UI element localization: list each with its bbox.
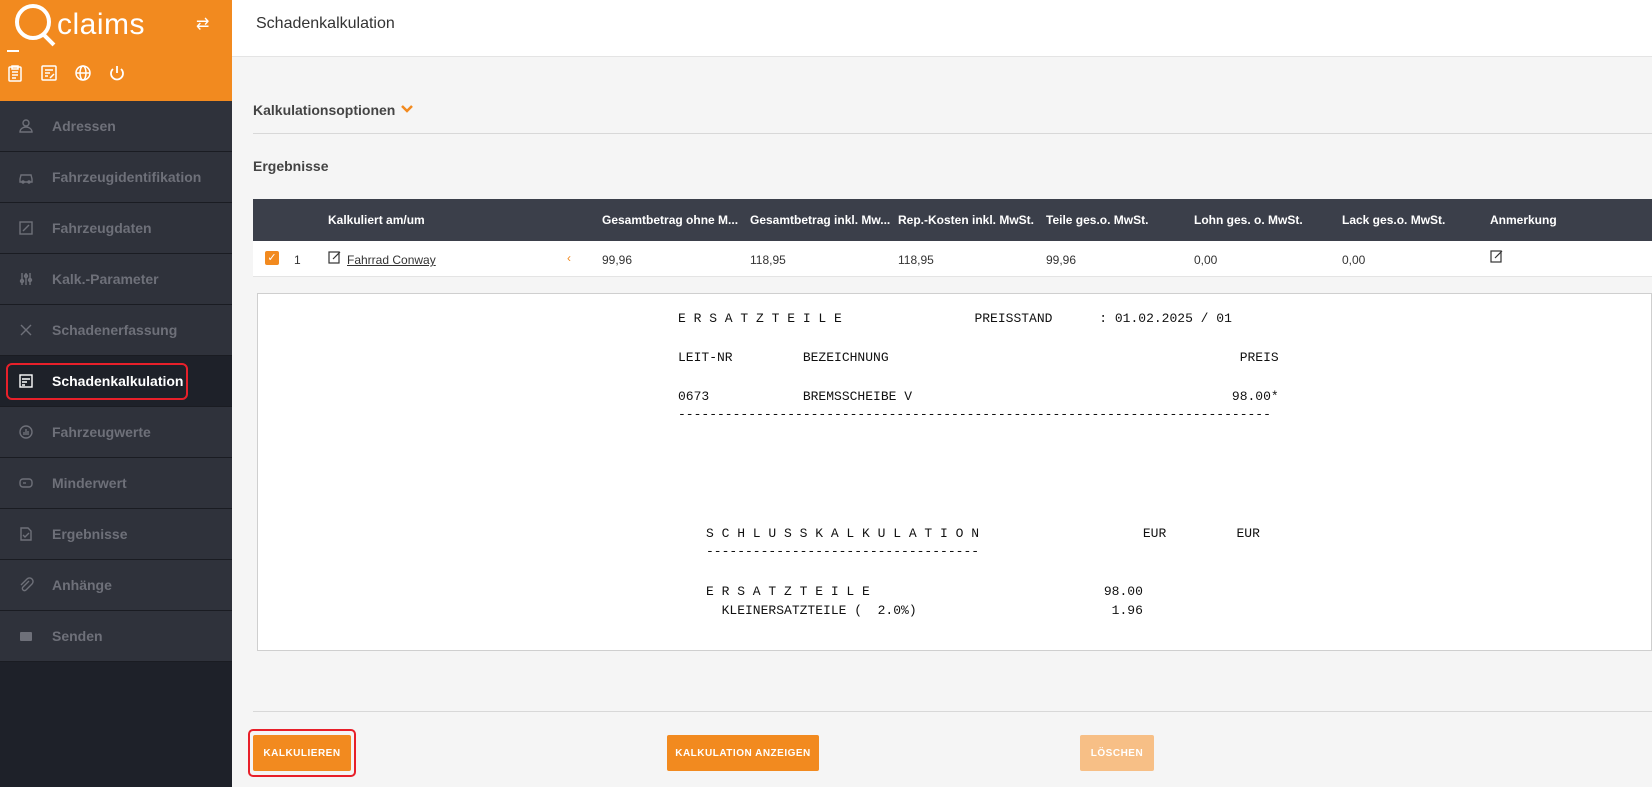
gauge-icon <box>16 422 36 442</box>
list-edit-icon[interactable] <box>38 62 60 84</box>
col-anmerkung[interactable]: Anmerkung <box>1490 213 1557 227</box>
edit-icon[interactable] <box>328 250 342 267</box>
sidebar-item-minderwert[interactable]: Minderwert <box>0 458 232 509</box>
brand-toolbar <box>4 62 128 84</box>
report-line: E R S A T Z T E I L E 98.00 <box>706 584 1143 599</box>
divider <box>253 133 1652 134</box>
sidebar-item-label: Anhänge <box>52 577 112 593</box>
sidebar-item-ergebnisse[interactable]: Ergebnisse <box>0 509 232 560</box>
col-lohn[interactable]: Lohn ges. o. MwSt. <box>1194 213 1303 227</box>
cell-lohn: 0,00 <box>1194 253 1218 267</box>
page-title: Schadenkalkulation <box>256 15 395 32</box>
options-label: Kalkulationsoptionen <box>253 102 396 118</box>
envelope-icon <box>16 626 36 646</box>
car-icon <box>16 167 36 187</box>
sliders-icon <box>16 269 36 289</box>
logo[interactable]: claims <box>15 4 146 41</box>
sidebar-item-fahrzeugdaten[interactable]: Fahrzeugdaten <box>0 203 232 254</box>
chevron-down-icon <box>401 103 414 117</box>
row-checkbox[interactable]: ✓ <box>265 251 279 265</box>
sidebar-item-label: Minderwert <box>52 475 127 491</box>
cell-rep: 118,95 <box>898 253 934 267</box>
logo-underline <box>7 50 19 52</box>
kalkulation-anzeigen-button[interactable]: KALKULATION ANZEIGEN <box>667 735 819 771</box>
row-index: 1 <box>294 253 301 267</box>
sidebar-item-kalk-parameter[interactable]: Kalk.-Parameter <box>0 254 232 305</box>
col-teile[interactable]: Teile ges.o. MwSt. <box>1046 213 1148 227</box>
options-toggle[interactable]: Kalkulationsoptionen <box>253 102 414 118</box>
sidebar-item-fahrzeugidentifikation[interactable]: Fahrzeugidentifikation <box>0 152 232 203</box>
person-icon <box>16 116 36 136</box>
table-row[interactable]: ✓ 1 Fahrrad Conway ‹ 99,96 118,95 118,95… <box>253 241 1652 277</box>
brand-header: claims ⇄ <box>0 0 232 101</box>
col-lack[interactable]: Lack ges.o. MwSt. <box>1342 213 1445 227</box>
edit-icon <box>16 218 36 238</box>
sidebar: claims ⇄ Adressen Fahrzeugidentifikation <box>0 0 232 787</box>
sidebar-item-anhaenge[interactable]: Anhänge <box>0 560 232 611</box>
logo-mark <box>15 4 51 40</box>
table-header: Kalkuliert am/um Gesamtbetrag ohne M... … <box>253 199 1652 241</box>
col-gesamt-ohne[interactable]: Gesamtbetrag ohne M... <box>602 213 738 227</box>
tools-icon <box>16 320 36 340</box>
tag-icon <box>16 473 36 493</box>
document-check-icon <box>16 524 36 544</box>
results-table: Kalkuliert am/um Gesamtbetrag ohne M... … <box>253 199 1652 277</box>
globe-icon[interactable] <box>72 62 94 84</box>
report-line: KLEINERSATZTEILE ( 2.0%) 1.96 <box>706 603 1143 618</box>
col-kalkuliert[interactable]: Kalkuliert am/um <box>328 213 425 227</box>
sidebar-item-label: Fahrzeugwerte <box>52 424 151 440</box>
calculation-report: E R S A T Z T E I L E PREISSTAND : 01.02… <box>257 293 1652 651</box>
report-line: S C H L U S S K A L K U L A T I O N EUR … <box>706 526 1260 541</box>
report-line: LEIT-NR BEZEICHNUNG PREIS <box>678 350 1279 365</box>
report-line: ----------------------------------------… <box>678 407 1271 422</box>
cell-teile: 99,96 <box>1046 253 1077 267</box>
main-content: Kalkulationsoptionen Ergebnisse Kalkulie… <box>232 57 1652 787</box>
results-heading: Ergebnisse <box>253 158 329 174</box>
swap-icon[interactable]: ⇄ <box>196 14 209 34</box>
col-rep-kosten[interactable]: Rep.-Kosten inkl. MwSt. <box>898 213 1034 227</box>
sidebar-item-fahrzeugwerte[interactable]: Fahrzeugwerte <box>0 407 232 458</box>
chevron-left-icon[interactable]: ‹ <box>567 251 571 265</box>
divider <box>253 711 1652 712</box>
loeschen-button[interactable]: LÖSCHEN <box>1080 735 1154 771</box>
sidebar-item-schadenkalkulation[interactable]: Schadenkalkulation <box>0 356 232 407</box>
sidebar-item-label: Ergebnisse <box>52 526 128 542</box>
sidebar-item-label: Adressen <box>52 118 116 134</box>
note-edit-icon[interactable] <box>1490 249 1504 266</box>
sidebar-item-label: Fahrzeugdaten <box>52 220 152 236</box>
sidebar-item-adressen[interactable]: Adressen <box>0 101 232 152</box>
logo-text: claims <box>57 8 146 41</box>
cell-ohne: 99,96 <box>602 253 633 267</box>
cell-lack: 0,00 <box>1342 253 1366 267</box>
report-line: 0673 BREMSSCHEIBE V 98.00* <box>678 389 1279 404</box>
sidebar-item-schadenerfassung[interactable]: Schadenerfassung <box>0 305 232 356</box>
paperclip-icon <box>16 575 36 595</box>
cell-inkl: 118,95 <box>750 253 786 267</box>
active-highlight <box>6 363 188 400</box>
row-name-link[interactable]: Fahrrad Conway <box>347 253 436 267</box>
sidebar-item-label: Schadenerfassung <box>52 322 178 338</box>
sidebar-item-label: Senden <box>52 628 103 644</box>
sidebar-item-label: Fahrzeugidentifikation <box>52 169 202 185</box>
kalkulieren-button[interactable]: KALKULIEREN <box>253 735 351 771</box>
report-line: E R S A T Z T E I L E PREISSTAND : 01.02… <box>678 311 1232 326</box>
clipboard-icon[interactable] <box>4 62 26 84</box>
page-header: Schadenkalkulation <box>232 0 1652 57</box>
col-gesamt-inkl[interactable]: Gesamtbetrag inkl. Mw... <box>750 213 890 227</box>
sidebar-item-label: Kalk.-Parameter <box>52 271 159 287</box>
sidebar-item-senden[interactable]: Senden <box>0 611 232 662</box>
power-icon[interactable] <box>106 62 128 84</box>
report-line: ----------------------------------- <box>706 544 980 559</box>
